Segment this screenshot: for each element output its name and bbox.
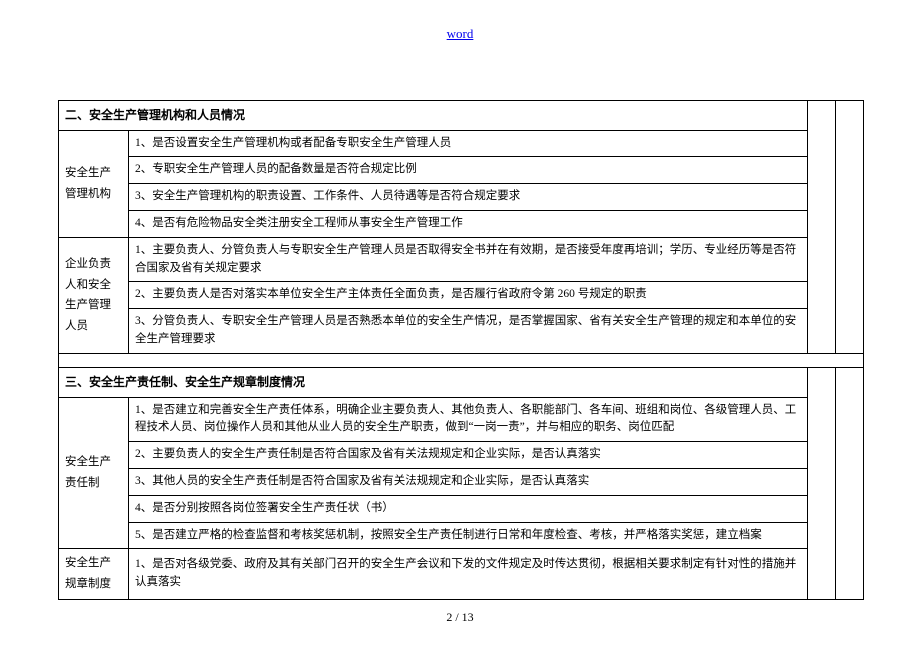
sec3-g1-row5: 5、是否建立严格的检查监督和考核奖惩机制，按照安全生产责任制进行日常和年度检查、… — [129, 522, 808, 549]
sec3-g1-row3: 3、其他人员的安全生产责任制是否符合国家及省有关法规规定和企业实际，是否认真落实 — [129, 468, 808, 495]
sec2-g2-row2: 2、主要负责人是否对落实本单位安全生产主体责任全面负责，是否履行省政府令第 26… — [129, 282, 808, 309]
sec3-group2-label: 安全生产规章制度 — [59, 549, 129, 599]
sec3-g1-row1: 1、是否建立和完善安全生产责任体系，明确企业主要负责人、其他负责人、各职能部门、… — [129, 397, 808, 442]
sec2-extra-col-2 — [836, 101, 864, 354]
sec3-extra-col-1 — [808, 367, 836, 599]
sec2-g1-row1: 1、是否设置安全生产管理机构或者配备专职安全生产管理人员 — [129, 130, 808, 157]
sec2-extra-col-1 — [808, 101, 836, 354]
sec2-g1-row2: 2、专职安全生产管理人员的配备数量是否符合规定比例 — [129, 157, 808, 184]
sec3-extra-col-2 — [836, 367, 864, 599]
sec2-group1-label: 安全生产管理机构 — [59, 130, 129, 237]
header-word-link[interactable]: word — [447, 26, 474, 41]
sec2-g1-row4: 4、是否有危险物品安全类注册安全工程师从事安全生产管理工作 — [129, 211, 808, 238]
main-table: 二、安全生产管理机构和人员情况 安全生产管理机构 1、是否设置安全生产管理机构或… — [58, 100, 864, 600]
page-sep: / — [452, 610, 461, 624]
sec3-group1-label: 安全生产责任制 — [59, 397, 129, 549]
sec3-g1-row2: 2、主要负责人的安全生产责任制是否符合国家及省有关法规规定和企业实际，是否认真落… — [129, 442, 808, 469]
sec3-g1-row4: 4、是否分别按照各岗位签署安全生产责任状（书） — [129, 495, 808, 522]
sec3-g2-row1: 1、是否对各级党委、政府及其有关部门召开的安全生产会议和下发的文件规定及时传达贯… — [129, 549, 808, 599]
sec2-g2-row3: 3、分管负责人、专职安全生产管理人员是否熟悉本单位的安全生产情况，是否掌握国家、… — [129, 309, 808, 354]
page-footer: 2 / 13 — [0, 610, 920, 625]
sec2-group2-label: 企业负责人和安全生产管理人员 — [59, 237, 129, 353]
section-2-title: 二、安全生产管理机构和人员情况 — [59, 101, 808, 131]
page-total: 13 — [462, 610, 474, 624]
section-3-title: 三、安全生产责任制、安全生产规章制度情况 — [59, 367, 808, 397]
sec2-g2-row1: 1、主要负责人、分管负责人与专职安全生产管理人员是否取得安全书并在有效期，是否接… — [129, 237, 808, 282]
sec2-g1-row3: 3、安全生产管理机构的职责设置、工作条件、人员待遇等是否符合规定要求 — [129, 184, 808, 211]
